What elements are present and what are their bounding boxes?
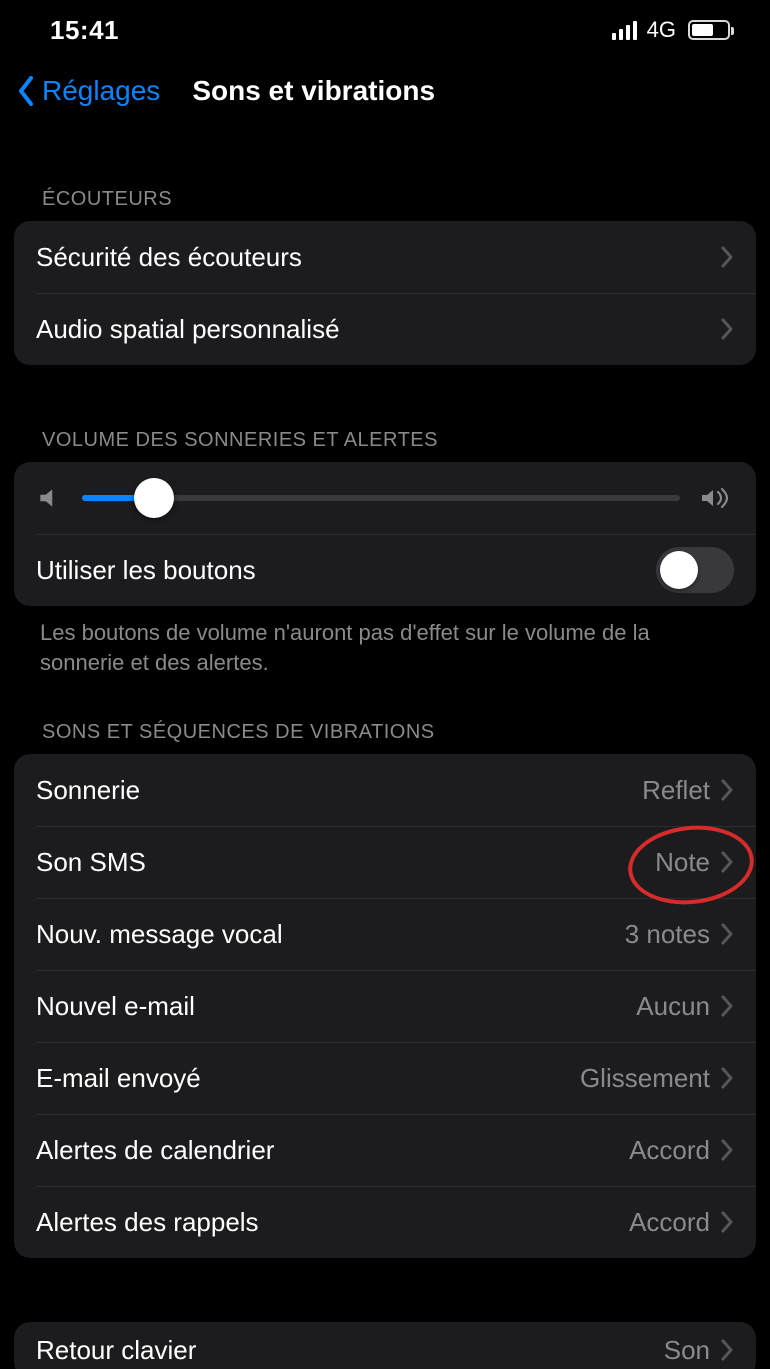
group-keyboard: Retour clavier Son — [14, 1322, 756, 1369]
network-label: 4G — [647, 17, 676, 43]
row-label: Audio spatial personnalisé — [36, 314, 720, 345]
row-label: E-mail envoyé — [36, 1063, 580, 1094]
row-spatial-audio[interactable]: Audio spatial personnalisé — [14, 293, 756, 365]
chevron-right-icon — [720, 317, 734, 341]
row-value: Accord — [629, 1135, 710, 1166]
row-value: Note — [655, 847, 710, 878]
chevron-right-icon — [720, 778, 734, 802]
section-footer-volume: Les boutons de volume n'auront pas d'eff… — [10, 606, 760, 677]
status-bar: 15:41 4G — [10, 0, 760, 52]
group-volume: Utiliser les boutons — [14, 462, 756, 606]
row-keyboard-feedback[interactable]: Retour clavier Son — [14, 1322, 756, 1369]
chevron-right-icon — [720, 850, 734, 874]
row-label: Nouvel e-mail — [36, 991, 636, 1022]
section-header-patterns: SONS ET SÉQUENCES DE VIBRATIONS — [10, 721, 760, 754]
section-header-headphones: ÉCOUTEURS — [10, 188, 760, 221]
group-patterns: Sonnerie Reflet Son SMS Note Nouv. messa… — [14, 754, 756, 1258]
status-time: 15:41 — [50, 15, 119, 46]
settings-screen: 15:41 4G Réglages Sons et vibrations ÉCO… — [0, 0, 770, 1369]
row-label: Alertes des rappels — [36, 1207, 629, 1238]
signal-icon — [612, 20, 637, 40]
row-label: Son SMS — [36, 847, 655, 878]
row-label: Alertes de calendrier — [36, 1135, 629, 1166]
status-right: 4G — [612, 17, 730, 43]
row-use-buttons[interactable]: Utiliser les boutons — [14, 534, 756, 606]
row-new-email[interactable]: Nouvel e-mail Aucun — [14, 970, 756, 1042]
volume-low-icon — [36, 485, 62, 511]
row-value: Glissement — [580, 1063, 710, 1094]
row-value: Reflet — [642, 775, 710, 806]
row-voicemail[interactable]: Nouv. message vocal 3 notes — [14, 898, 756, 970]
chevron-right-icon — [720, 1210, 734, 1234]
nav-bar: Réglages Sons et vibrations — [10, 52, 760, 124]
chevron-right-icon — [720, 922, 734, 946]
chevron-right-icon — [720, 1338, 734, 1362]
row-value: Aucun — [636, 991, 710, 1022]
slider-thumb[interactable] — [134, 478, 174, 518]
row-label: Utiliser les boutons — [36, 555, 656, 586]
battery-icon — [688, 20, 730, 40]
volume-high-icon — [700, 485, 734, 511]
row-label: Sonnerie — [36, 775, 642, 806]
page-title: Sons et vibrations — [192, 75, 435, 107]
row-reminder-alerts[interactable]: Alertes des rappels Accord — [14, 1186, 756, 1258]
row-value: 3 notes — [625, 919, 710, 950]
row-label: Nouv. message vocal — [36, 919, 625, 950]
row-ringtone[interactable]: Sonnerie Reflet — [14, 754, 756, 826]
row-label: Sécurité des écouteurs — [36, 242, 720, 273]
group-headphones: Sécurité des écouteurs Audio spatial per… — [14, 221, 756, 365]
back-chevron-icon[interactable] — [16, 74, 36, 108]
row-value: Accord — [629, 1207, 710, 1238]
volume-slider[interactable] — [82, 495, 680, 501]
section-header-volume: VOLUME DES SONNERIES ET ALERTES — [10, 429, 760, 462]
chevron-right-icon — [720, 1066, 734, 1090]
row-sent-email[interactable]: E-mail envoyé Glissement — [14, 1042, 756, 1114]
toggle-use-buttons[interactable] — [656, 547, 734, 593]
chevron-right-icon — [720, 994, 734, 1018]
row-volume-slider — [14, 462, 756, 534]
chevron-right-icon — [720, 1138, 734, 1162]
row-sms-tone[interactable]: Son SMS Note — [14, 826, 756, 898]
chevron-right-icon — [720, 245, 734, 269]
row-headphone-safety[interactable]: Sécurité des écouteurs — [14, 221, 756, 293]
row-calendar-alerts[interactable]: Alertes de calendrier Accord — [14, 1114, 756, 1186]
row-value: Son — [664, 1335, 710, 1366]
back-button[interactable]: Réglages — [42, 75, 160, 107]
row-label: Retour clavier — [36, 1335, 664, 1366]
